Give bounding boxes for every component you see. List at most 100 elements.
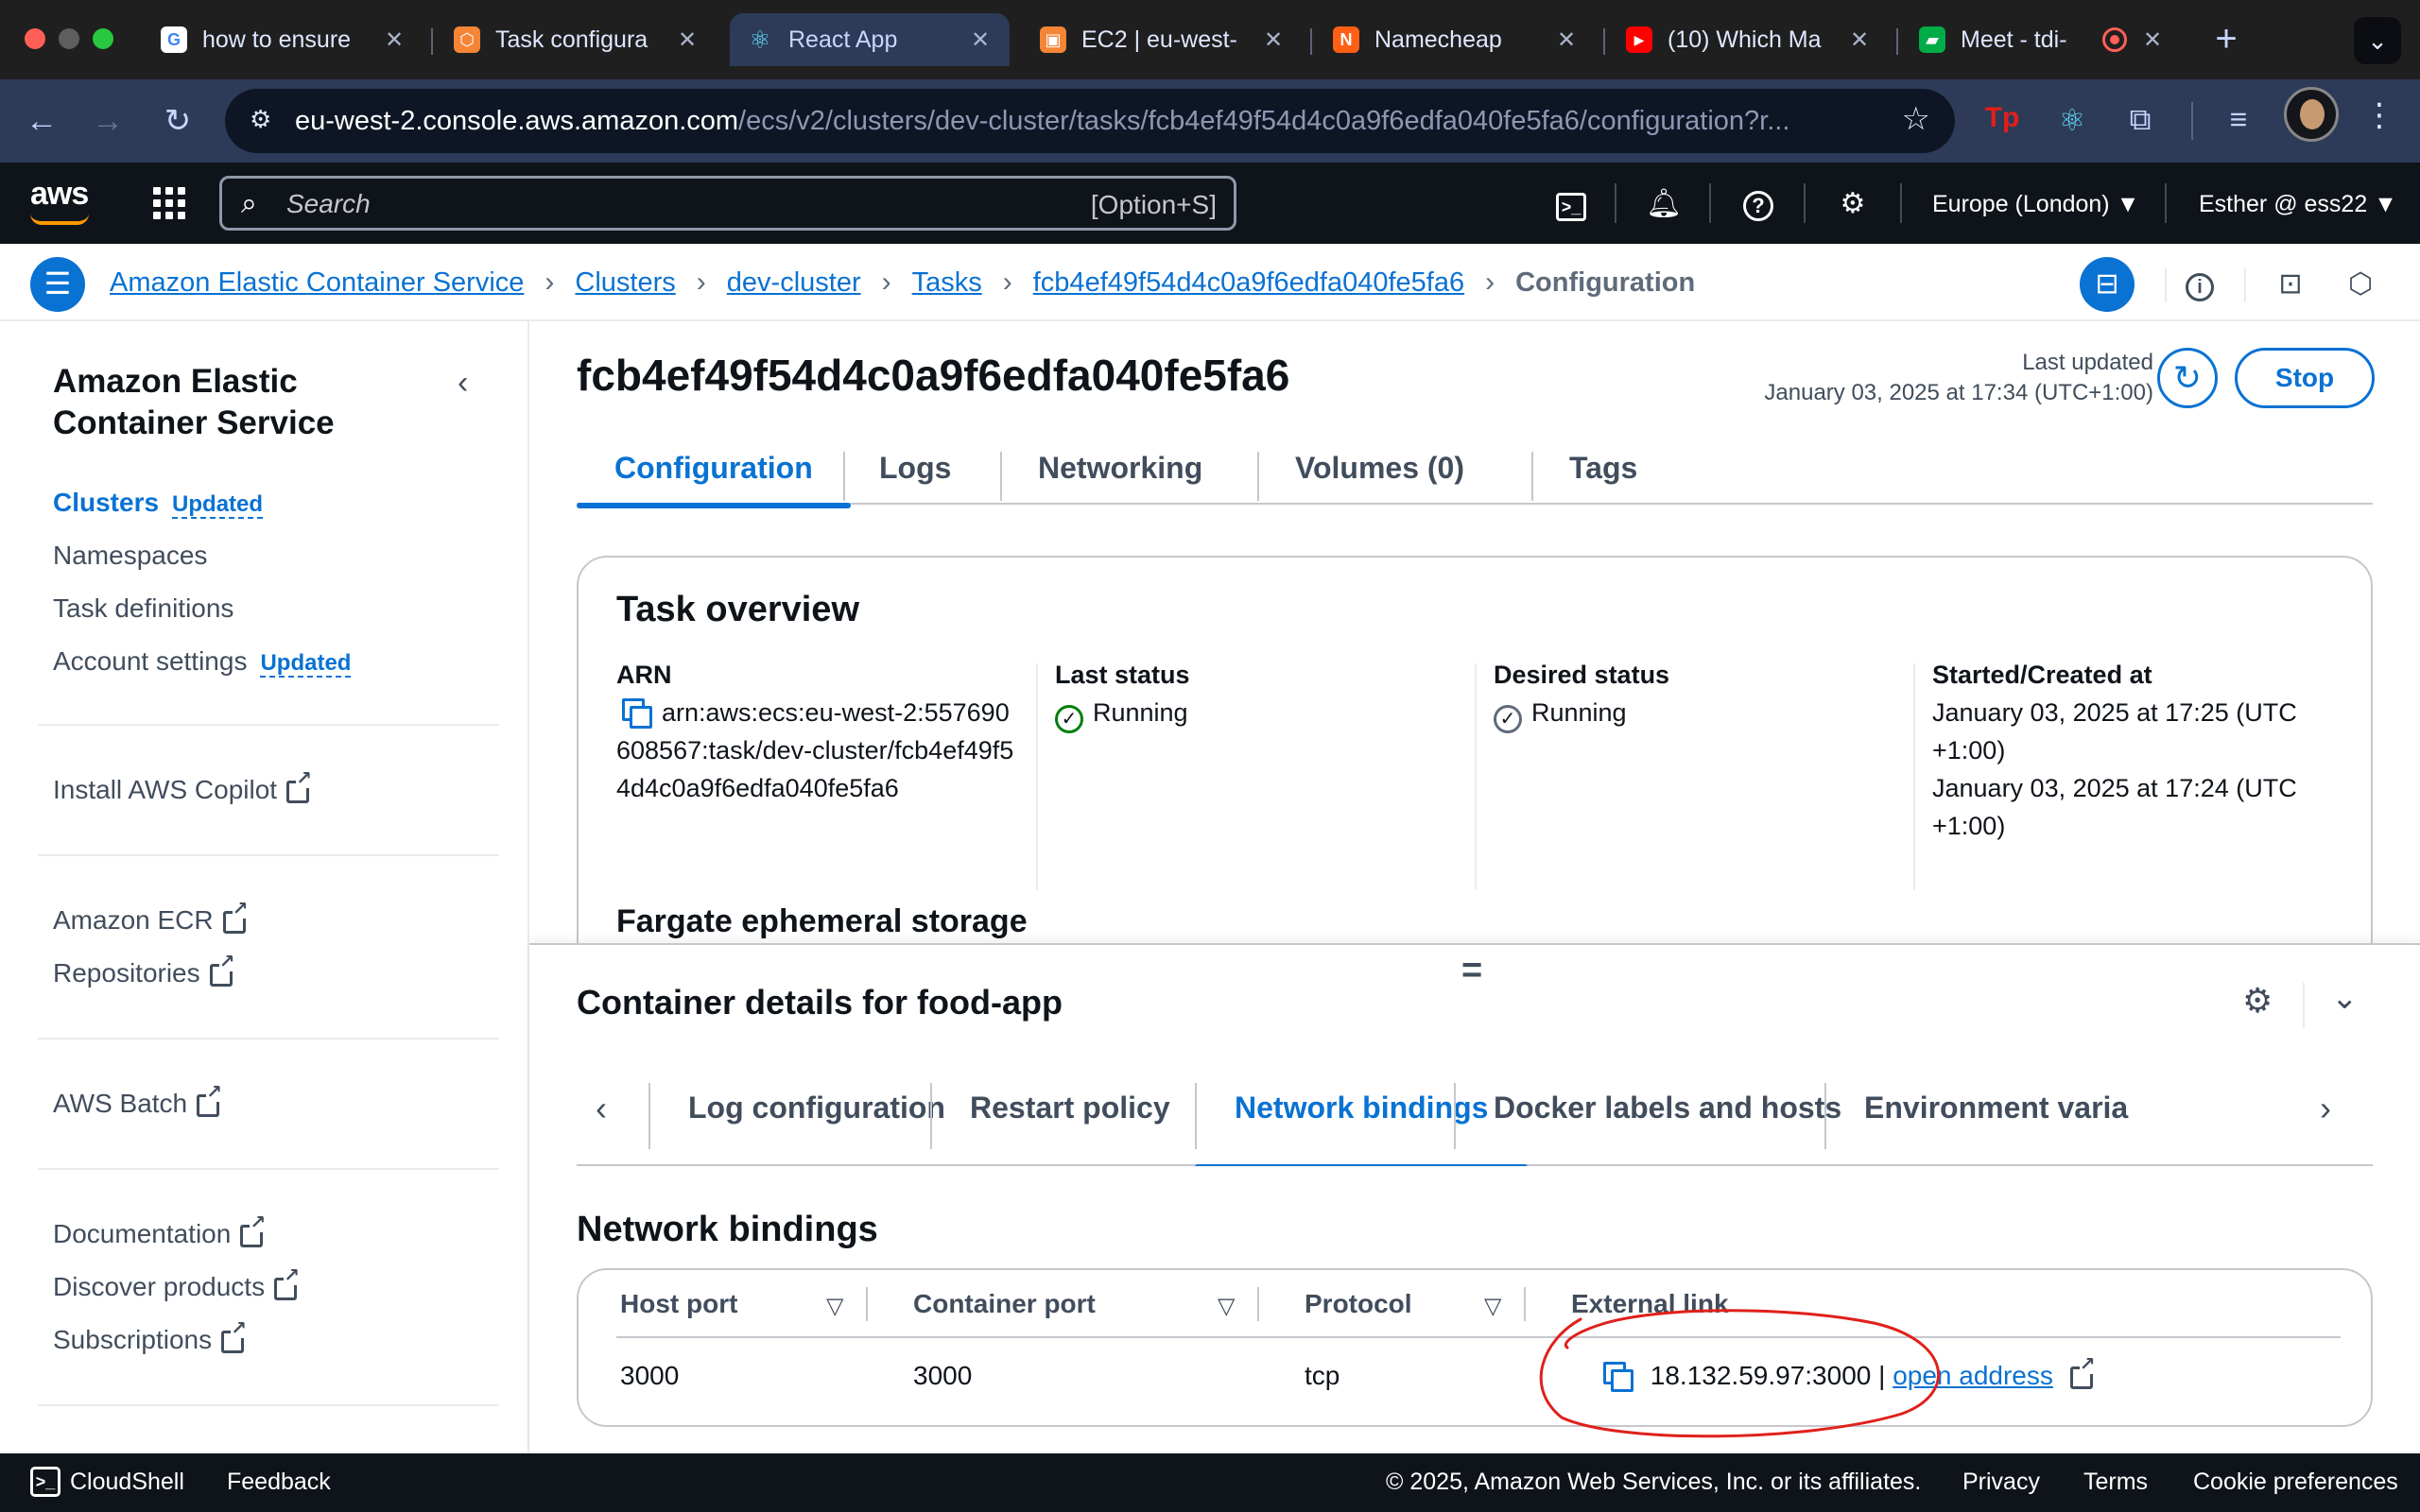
collapse-side-nav-icon[interactable]: ‹ [458, 365, 468, 402]
breadcrumb-tasks[interactable]: Tasks [912, 267, 982, 299]
bookmark-star-icon[interactable]: ☆ [1902, 100, 1930, 138]
address-bar[interactable]: ⚙ eu-west-2.console.aws.amazon.com/ecs/v… [225, 89, 1955, 153]
sidenav-item-task-definitions[interactable]: Task definitions [53, 593, 233, 624]
sort-down-icon[interactable]: ▽ [1484, 1293, 1501, 1320]
region-selector[interactable]: Europe (London) ▼ [1932, 191, 2139, 218]
tab-volumes[interactable]: Volumes (0) [1257, 450, 1502, 505]
browser-tab[interactable]: ▶ (10) Which Ma ✕ [1609, 13, 1889, 66]
breadcrumb-task-id[interactable]: fcb4ef49f54d4c0a9f6edfa040fe5fa6 [1033, 267, 1464, 299]
drawer-toggle-icon[interactable]: ⊡ [2267, 261, 2314, 308]
maximize-window-button[interactable] [93, 28, 113, 49]
settings-gear-icon[interactable]: ⚙ [1832, 183, 1874, 225]
browser-menu-icon[interactable]: ⋮ [2363, 96, 2395, 134]
tab-docker-labels[interactable]: Docker labels and hosts [1454, 1089, 1881, 1166]
close-tab-icon[interactable]: ✕ [2140, 26, 2165, 54]
refresh-button[interactable]: ↻ [2157, 348, 2218, 408]
profile-avatar[interactable] [2284, 87, 2339, 142]
breadcrumb-ecs[interactable]: Amazon Elastic Container Service [110, 267, 524, 299]
footer-feedback[interactable]: Feedback [227, 1469, 331, 1496]
footer-privacy[interactable]: Privacy [1962, 1469, 2040, 1496]
footer-cookie-preferences[interactable]: Cookie preferences [2193, 1469, 2398, 1496]
site-info-icon[interactable]: ⚙ [250, 105, 282, 137]
tab-networking[interactable]: Networking [1000, 450, 1240, 505]
sort-down-icon[interactable]: ▽ [826, 1293, 843, 1320]
sidenav-item-documentation[interactable]: Documentation [53, 1213, 267, 1249]
footer-cloudshell[interactable]: CloudShell [70, 1469, 184, 1496]
sidenav-item-install-copilot[interactable]: Install AWS Copilot [53, 769, 312, 805]
tab-logs[interactable]: Logs [841, 450, 989, 505]
column-divider[interactable] [866, 1287, 868, 1321]
sidenav-item-subscriptions[interactable]: Subscriptions [53, 1319, 247, 1355]
close-tab-icon[interactable]: ✕ [675, 26, 700, 54]
close-window-button[interactable] [25, 28, 45, 49]
sort-down-icon[interactable]: ▽ [1218, 1293, 1235, 1320]
browser-tab[interactable]: ⬡ Task configura ✕ [437, 13, 717, 66]
url-text[interactable]: eu-west-2.console.aws.amazon.com/ecs/v2/… [295, 106, 1836, 137]
open-address-link[interactable]: open address [1893, 1361, 2053, 1390]
tp-extension-icon[interactable]: Tp [1981, 102, 2023, 134]
close-tab-icon[interactable]: ✕ [1261, 26, 1286, 54]
reload-button[interactable]: ↻ [155, 98, 200, 144]
help-icon[interactable]: ? [1737, 183, 1779, 225]
stop-button[interactable]: Stop [2235, 348, 2375, 408]
footer-terms[interactable]: Terms [2083, 1469, 2148, 1496]
aws-logo[interactable]: aws [30, 176, 89, 225]
sidenav-item-account-settings[interactable]: Account settings Updated [53, 646, 352, 678]
column-divider[interactable] [1257, 1287, 1259, 1321]
new-tab-button[interactable]: + [2203, 17, 2250, 64]
tab-configuration[interactable]: Configuration [577, 450, 851, 508]
console-search[interactable]: ⌕ [Option+S] [219, 176, 1236, 231]
close-tab-icon[interactable]: ✕ [1554, 26, 1579, 54]
tab-environment-variables[interactable]: Environment varia [1824, 1089, 2168, 1166]
browser-tab[interactable]: ▰ Meet - tdi- ✕ [1902, 13, 2182, 66]
collapse-panel-chevron-icon[interactable]: ⌄ [2331, 979, 2359, 1017]
browser-tab[interactable]: G how to ensure ✕ [144, 13, 424, 66]
column-header-protocol[interactable]: Protocol [1305, 1289, 1412, 1319]
breadcrumb-dev-cluster[interactable]: dev-cluster [727, 267, 861, 299]
services-menu-icon[interactable] [153, 187, 185, 219]
resize-handle-icon[interactable]: = [1461, 951, 1482, 991]
breadcrumb-clusters[interactable]: Clusters [575, 267, 675, 299]
copy-icon[interactable] [622, 698, 652, 729]
scroll-tabs-left-icon[interactable]: ‹ [582, 1089, 620, 1128]
browser-tab[interactable]: N Namecheap ✕ [1316, 13, 1596, 66]
sidenav-item-discover-products[interactable]: Discover products [53, 1266, 300, 1302]
back-button[interactable]: ← [19, 98, 64, 144]
security-shield-icon[interactable]: ⬡ [2337, 261, 2384, 308]
cell-protocol: tcp [1305, 1361, 1340, 1390]
sidenav-item-namespaces[interactable]: Namespaces [53, 541, 207, 571]
sidenav-item-clusters[interactable]: Clusters Updated [53, 488, 264, 519]
sidenav-item-aws-batch[interactable]: AWS Batch [53, 1083, 222, 1119]
scroll-tabs-right-icon[interactable]: › [2307, 1089, 2344, 1128]
browser-tab[interactable]: ▣ EC2 | eu-west- ✕ [1023, 13, 1303, 66]
info-icon[interactable]: i [2176, 261, 2223, 308]
account-menu[interactable]: Esther @ ess22 ▼ [2199, 191, 2397, 218]
column-header-container-port[interactable]: Container port [913, 1289, 1096, 1319]
copy-icon[interactable] [1603, 1362, 1634, 1392]
split-panel-toggle-icon[interactable]: ⊟ [2080, 257, 2135, 312]
side-nav-toggle-icon[interactable]: ☰ [30, 257, 85, 312]
close-tab-icon[interactable]: ✕ [968, 26, 993, 54]
split-panel-settings-icon[interactable]: ⚙ [2242, 981, 2273, 1021]
tab-tags[interactable]: Tags [1531, 450, 1675, 505]
cloudshell-icon[interactable]: >_ [30, 1467, 60, 1497]
column-header-host-port[interactable]: Host port [620, 1289, 737, 1319]
react-devtools-icon[interactable]: ⚛ [2051, 102, 2093, 138]
column-divider[interactable] [1524, 1287, 1526, 1321]
cloudshell-icon[interactable]: >_ [1550, 183, 1592, 225]
sidenav-item-amazon-ecr[interactable]: Amazon ECR [53, 900, 249, 936]
media-controls-icon[interactable]: ≡ [2218, 102, 2259, 137]
notifications-bell-icon[interactable]: 🔔︎ [1643, 183, 1685, 225]
forward-button[interactable]: → [85, 98, 130, 144]
minimize-window-button[interactable] [59, 28, 79, 49]
close-tab-icon[interactable]: ✕ [382, 26, 406, 54]
search-input[interactable] [286, 188, 891, 220]
sidenav-item-repositories[interactable]: Repositories [53, 953, 235, 988]
browser-tab-active[interactable]: ⚛ React App ✕ [730, 13, 1010, 66]
tab-search-button[interactable]: ⌄ [2354, 17, 2401, 64]
row-divider [616, 1336, 2341, 1338]
close-tab-icon[interactable]: ✕ [1847, 26, 1872, 54]
side-nav-title[interactable]: Amazon Elastic Container Service [53, 361, 431, 444]
tab-restart-policy[interactable]: Restart policy [930, 1089, 1210, 1166]
extensions-puzzle-icon[interactable]: ⧉ [2119, 102, 2161, 138]
